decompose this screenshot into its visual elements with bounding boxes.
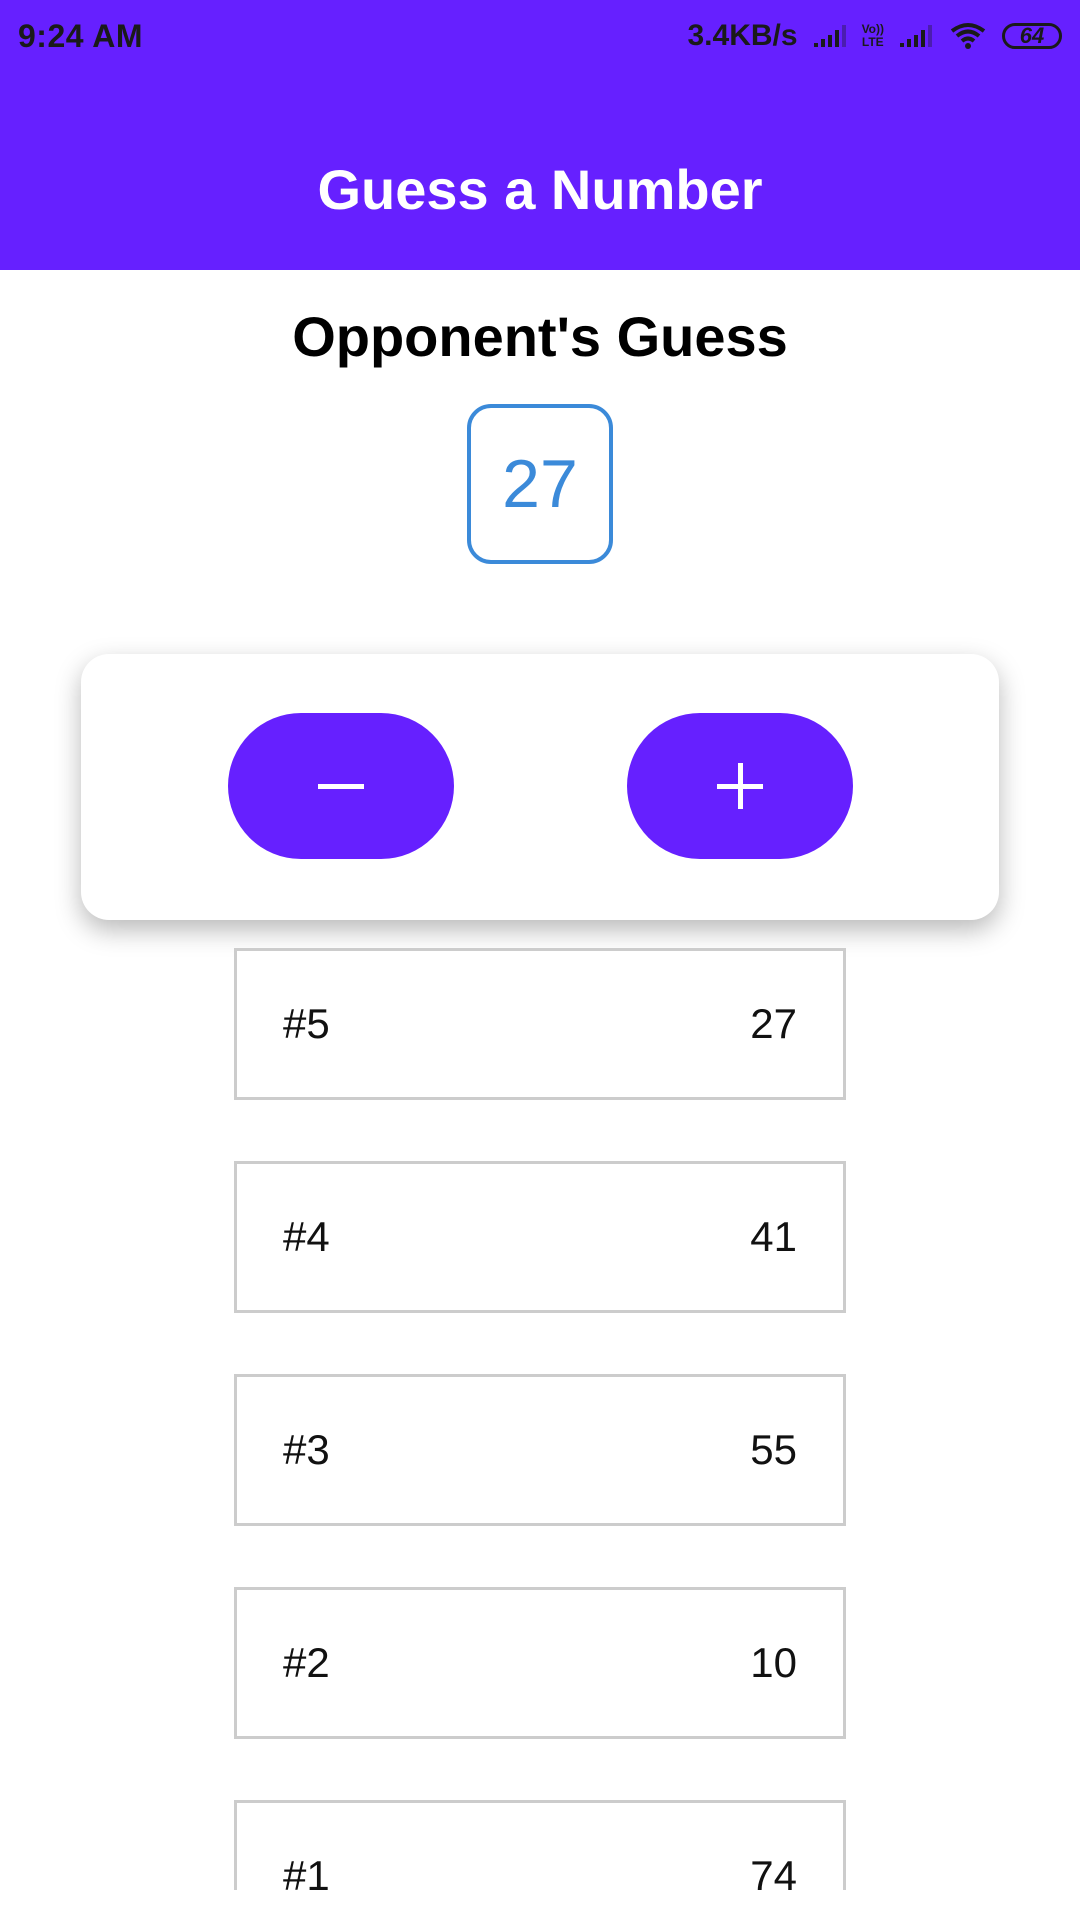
list-item: #1 74 [234,1800,846,1890]
wifi-icon [950,23,986,49]
volte-bottom: LTE [861,35,884,49]
status-icons: 3.4KB/s Vo)) LTE 64 [687,14,1062,58]
app-header: 9:24 AM 3.4KB/s Vo)) LTE 64 Guess a Numb… [0,0,1080,270]
battery-icon: 64 [1002,23,1062,49]
current-guess-display: 27 [467,404,613,564]
app-title: Guess a Number [317,158,763,221]
round-label: #5 [283,1000,330,1047]
network-speed: 3.4KB/s [687,19,798,52]
guess-value: 41 [750,1213,797,1260]
status-time: 9:24 AM [18,18,144,54]
plus-icon [717,763,763,809]
list-item: #4 41 [234,1161,846,1313]
round-label: #4 [283,1213,330,1260]
guess-value: 27 [750,1000,797,1047]
status-bar: 9:24 AM 3.4KB/s Vo)) LTE 64 [0,0,1080,72]
guess-list[interactable]: #5 27 #4 41 #3 55 #2 10 #1 74 [0,948,1080,1890]
signal-icon-2 [900,25,932,47]
list-item: #3 55 [234,1374,846,1526]
section-title: Opponent's Guess [292,305,788,368]
guess-value: 74 [750,1852,797,1890]
guess-value: 10 [750,1639,797,1686]
higher-button[interactable] [627,713,853,859]
round-label: #3 [283,1426,330,1473]
list-item: #2 10 [234,1587,846,1739]
controls-card [81,654,999,920]
volte-icon: Vo)) LTE [862,23,884,49]
round-label: #2 [283,1639,330,1686]
minus-icon [318,783,364,789]
signal-icon [813,25,846,47]
list-item: #5 27 [234,948,846,1100]
lower-button[interactable] [228,713,454,859]
guess-value: 55 [750,1426,797,1473]
round-label: #1 [283,1852,330,1890]
